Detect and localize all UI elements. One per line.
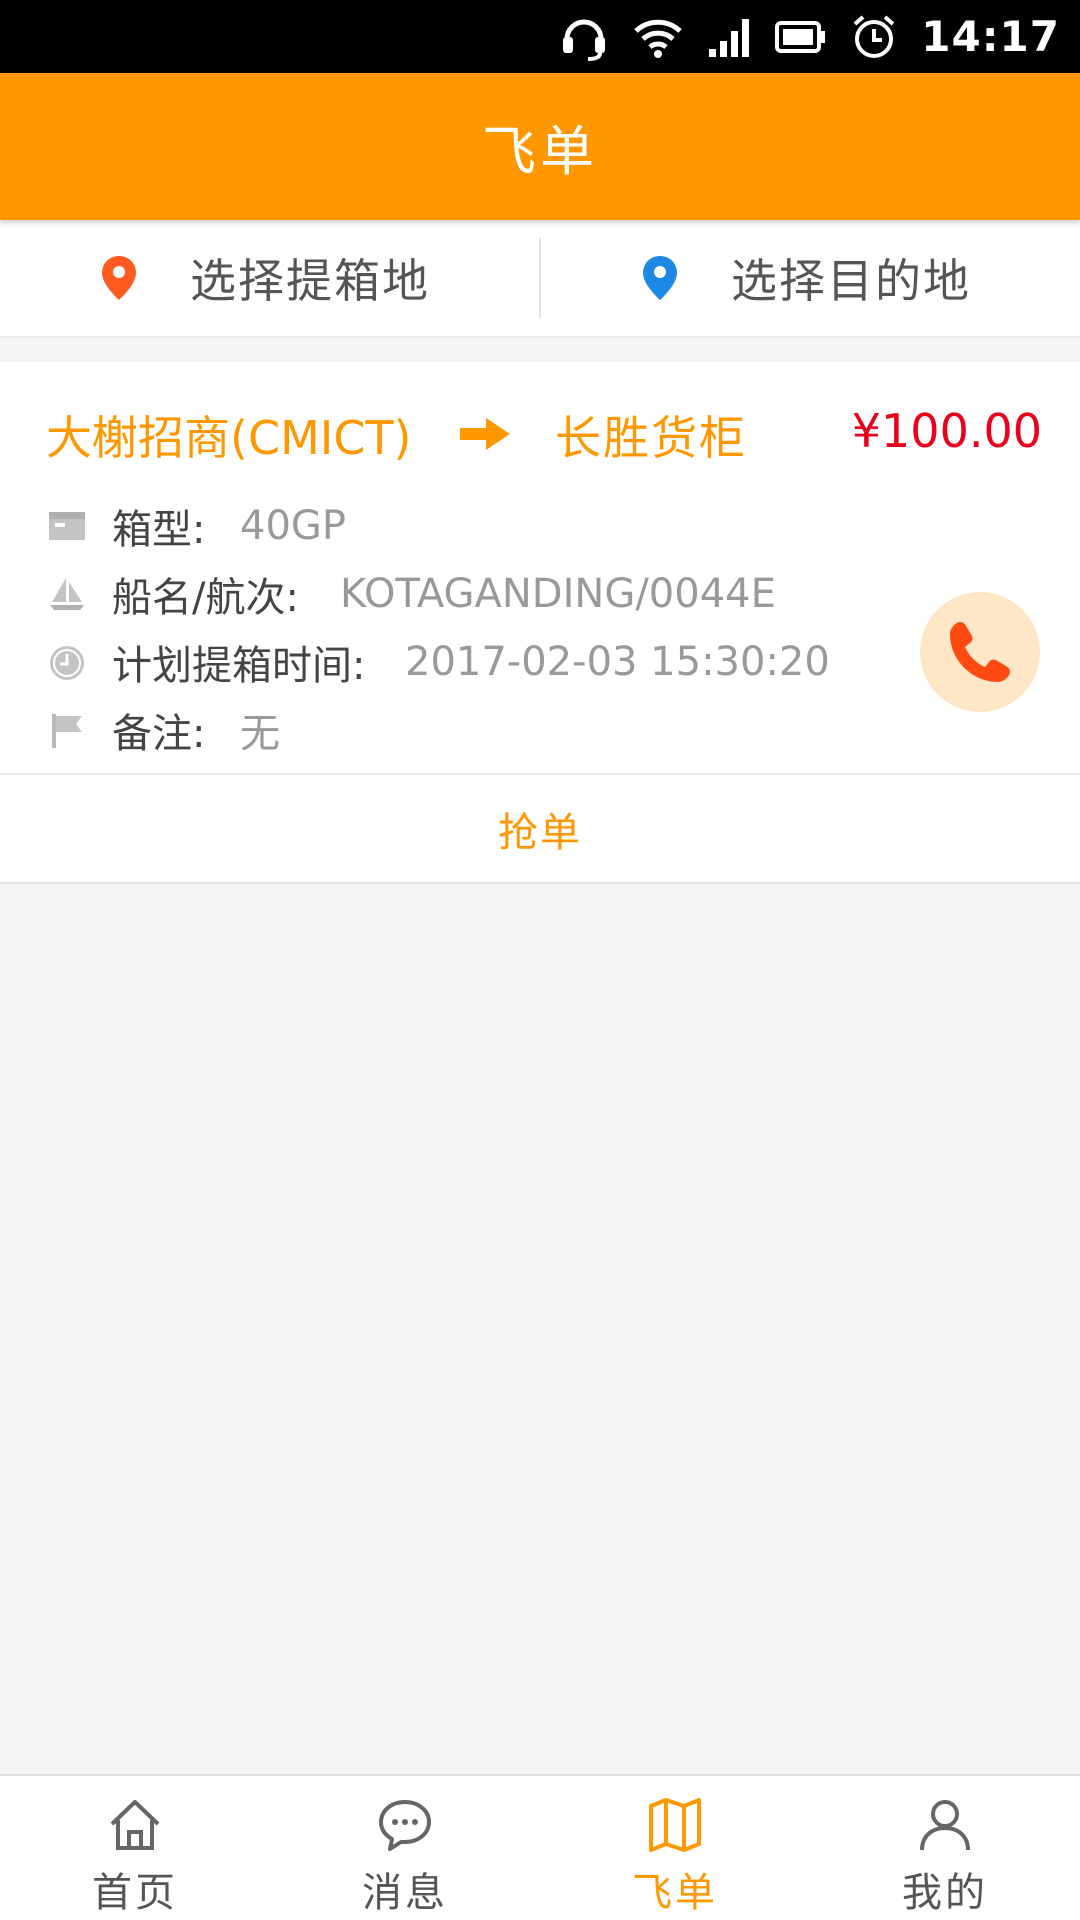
nav-label-messages: 消息 (362, 1870, 448, 1916)
home-icon (110, 1800, 160, 1850)
bottom-nav: 首页 消息 飞单 我的 (0, 1774, 1080, 1920)
select-destination-button[interactable]: 选择目的地 (541, 220, 1080, 336)
container-type-value: 40GP (240, 503, 347, 549)
grab-order-button[interactable]: 抢单 (0, 775, 1080, 882)
nav-label-flying-order: 飞单 (632, 1870, 718, 1916)
headset-icon (559, 13, 609, 61)
location-pin-icon (102, 256, 136, 300)
user-icon (920, 1800, 970, 1851)
pickup-label: 选择提箱地 (190, 254, 430, 308)
signal-icon (707, 15, 751, 59)
status-bar: 14:17 (0, 0, 1080, 73)
status-time: 14:17 (921, 12, 1060, 61)
container-type-label: 箱型: (112, 507, 206, 553)
destination-label: 选择目的地 (731, 254, 971, 308)
status-icons: 14:17 (559, 8, 1060, 65)
call-button[interactable] (920, 592, 1040, 712)
location-pin-icon (643, 256, 677, 300)
phone-icon (950, 622, 1010, 682)
route-to: 长胜货柜 (555, 411, 747, 465)
page-title: 飞单 (482, 120, 598, 183)
location-bar: 选择提箱地 选择目的地 (0, 220, 1080, 338)
order-price: ¥100.00 (851, 404, 1042, 458)
select-pickup-button[interactable]: 选择提箱地 (0, 220, 539, 336)
arrow-right-icon (460, 418, 510, 454)
pickup-time-value: 2017-02-03 15:30:20 (405, 639, 830, 685)
map-icon (649, 1798, 701, 1852)
alarm-icon (851, 14, 897, 60)
nav-label-profile: 我的 (902, 1870, 988, 1916)
pickup-time-label: 计划提箱时间: (112, 643, 366, 689)
nav-item-flying-order[interactable]: 飞单 (540, 1776, 810, 1920)
nav-label-home: 首页 (92, 1870, 178, 1916)
nav-item-messages[interactable]: 消息 (270, 1776, 540, 1920)
clock-icon (48, 644, 86, 686)
battery-icon (775, 19, 827, 55)
route-from: 大榭招商(CMICT) (46, 411, 412, 465)
chat-icon (379, 1800, 431, 1851)
remark-label: 备注: (112, 711, 206, 757)
vessel-value: KOTAGANDING/0044E (340, 571, 776, 617)
nav-item-profile[interactable]: 我的 (810, 1776, 1080, 1920)
flag-icon (48, 712, 86, 754)
order-card: 大榭招商(CMICT) 长胜货柜 ¥100.00 箱型: 40GP 船名/航次:… (0, 362, 1080, 882)
nav-item-home[interactable]: 首页 (0, 1776, 270, 1920)
container-icon (48, 508, 86, 546)
remark-value: 无 (240, 711, 280, 757)
sailboat-icon (48, 576, 86, 616)
card-bottom-border (0, 882, 1080, 884)
wifi-icon (633, 15, 683, 59)
route-row: 大榭招商(CMICT) 长胜货柜 ¥100.00 (0, 402, 1080, 482)
app-header: 飞单 (0, 73, 1080, 220)
vessel-label: 船名/航次: (112, 575, 299, 621)
